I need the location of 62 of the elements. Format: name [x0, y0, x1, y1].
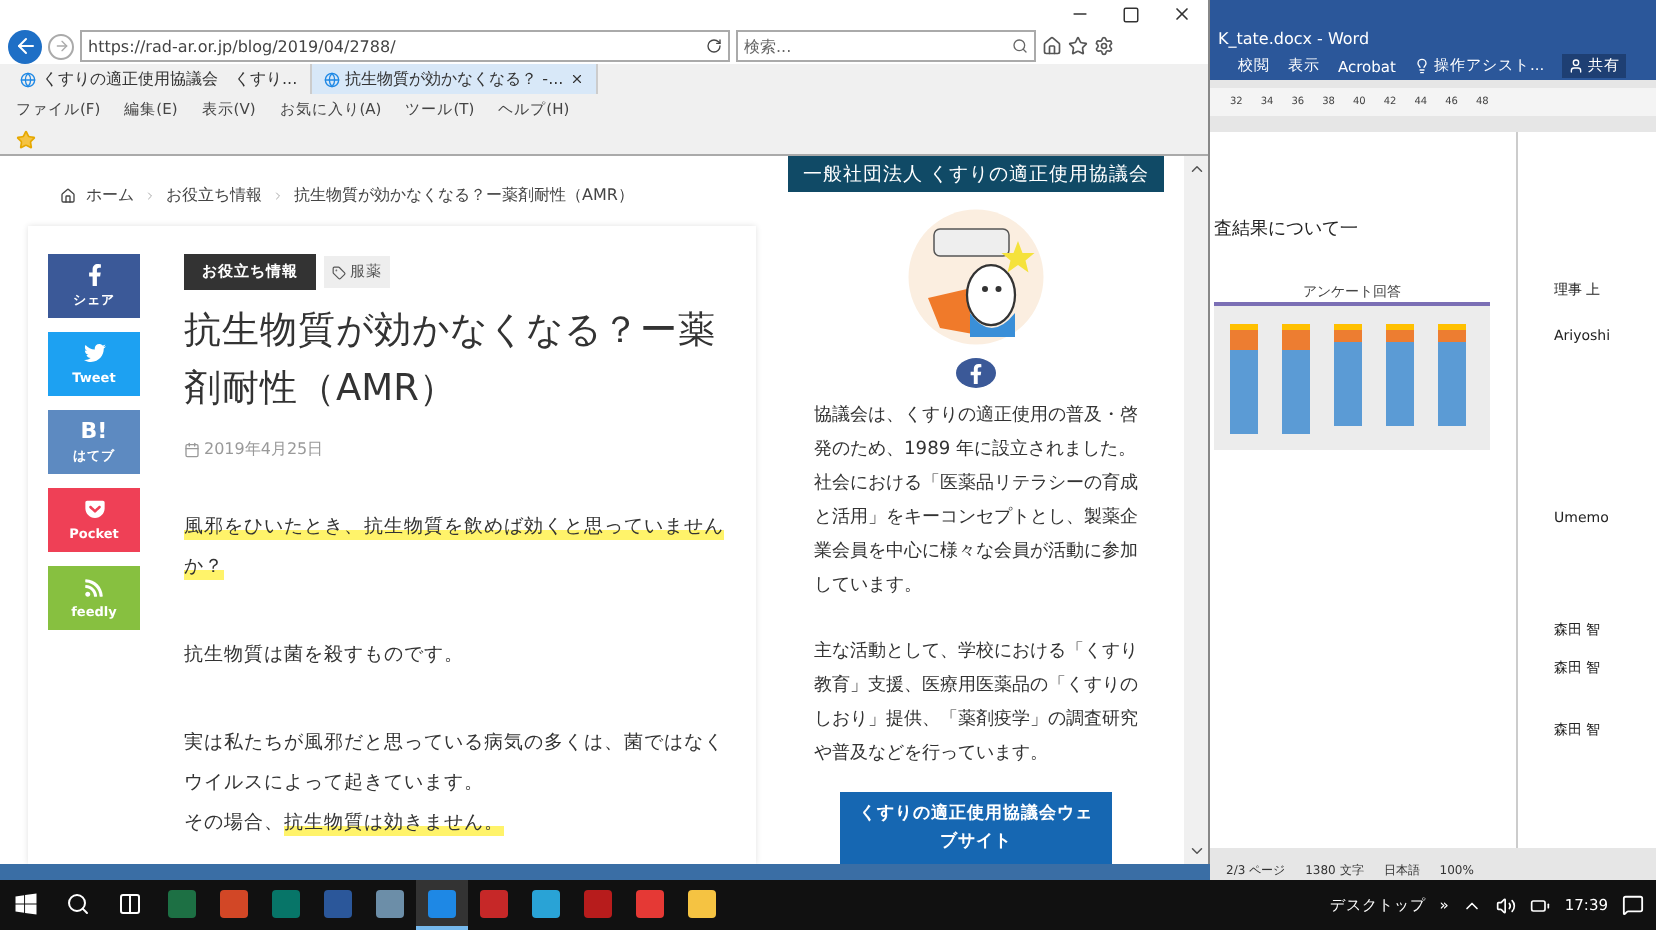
home-icon	[60, 187, 76, 203]
forward-arrow-icon	[53, 38, 69, 54]
home-icon[interactable]	[1042, 36, 1062, 56]
app-icon	[584, 889, 612, 917]
app-icon	[532, 889, 560, 917]
paragraph: 抗生物質は菌を殺すものです。	[184, 642, 466, 670]
chevron-icon	[144, 189, 156, 201]
search-icon	[66, 891, 90, 915]
windows-icon	[14, 891, 38, 915]
app-icon	[272, 889, 300, 917]
pocket-icon	[83, 498, 105, 520]
app-icon	[220, 889, 248, 917]
volume-icon[interactable]	[1496, 895, 1517, 915]
app-icon	[428, 889, 456, 917]
close-icon[interactable]	[1172, 4, 1192, 24]
scroll-up-icon[interactable]	[1187, 160, 1205, 178]
tag-icon	[332, 265, 346, 279]
person-icon	[1568, 58, 1585, 74]
sidebar-heading: 一般社団法人 くすりの適正使用協議会	[788, 156, 1164, 192]
facebook-button[interactable]	[956, 358, 996, 388]
settings-icon[interactable]	[1094, 36, 1114, 56]
task-view-icon	[118, 891, 142, 915]
star-icon[interactable]	[16, 129, 36, 149]
battery-icon[interactable]	[1530, 895, 1551, 915]
breadcrumb-link[interactable]: ホーム	[86, 184, 134, 206]
sidebar-paragraph: 主な活動として、学校における「くすり教育」支援、医療用医薬品の「くすりのしおり」提供、「薬剤疫学」の調査研究や普及などを行っています。	[814, 639, 1138, 768]
rss-icon	[84, 577, 104, 597]
post-date: 2019年4月25日	[204, 438, 324, 460]
bird-icon	[83, 342, 105, 364]
close-tab-icon[interactable]	[569, 72, 584, 86]
app-icon	[376, 889, 404, 917]
calendar-icon	[184, 441, 200, 457]
taskbar-app-button[interactable]	[416, 880, 468, 930]
facebook-icon	[83, 263, 105, 285]
refresh-icon[interactable]	[706, 38, 722, 54]
app-icon	[688, 889, 716, 917]
maximize-icon[interactable]	[1122, 5, 1140, 23]
back-arrow-icon	[13, 34, 37, 58]
app-icon	[636, 889, 664, 917]
website-button[interactable]: くすりの適正使用協議会ウェブサイト	[840, 792, 1112, 864]
browser-tab[interactable]: 抗生物質が効かなくなる？ -...	[311, 64, 598, 94]
scrollbar[interactable]	[1184, 156, 1208, 864]
app-icon	[168, 889, 196, 917]
search-field[interactable]: 検索...	[736, 30, 1036, 62]
facebook-icon	[966, 363, 986, 383]
document-heading: 査結果について一	[1214, 217, 1360, 242]
window-title: K_tate.docx - Word	[1218, 30, 1370, 48]
search-icon	[1012, 38, 1028, 54]
scroll-down-icon[interactable]	[1187, 842, 1205, 860]
breadcrumb-link[interactable]: お役立ち情報	[166, 184, 262, 206]
address-field[interactable]: https://rad-ar.or.jp/blog/2019/04/2788/	[80, 30, 730, 62]
sidebar-paragraph: 協議会は、くすりの適正使用の普及・啓発のため、1989 年に設立されました。社会における「医薬品リテラシーの育成と活用」をキーコンセプトとし、製薬企業会員を中心に様々な会員が活動に参加しています。	[814, 402, 1138, 600]
chevron-icon	[272, 189, 284, 201]
globe-icon	[20, 71, 36, 87]
app-icon	[324, 889, 352, 917]
favorites-icon[interactable]	[1068, 36, 1088, 56]
notification-icon[interactable]	[1622, 894, 1644, 916]
globe-icon	[323, 71, 340, 87]
article-title: 抗生物質が効かなくなる？ー薬剤耐性（AMR）	[184, 308, 718, 414]
back-button[interactable]	[8, 29, 42, 63]
lightbulb-icon	[1413, 58, 1430, 74]
app-icon	[480, 889, 508, 917]
